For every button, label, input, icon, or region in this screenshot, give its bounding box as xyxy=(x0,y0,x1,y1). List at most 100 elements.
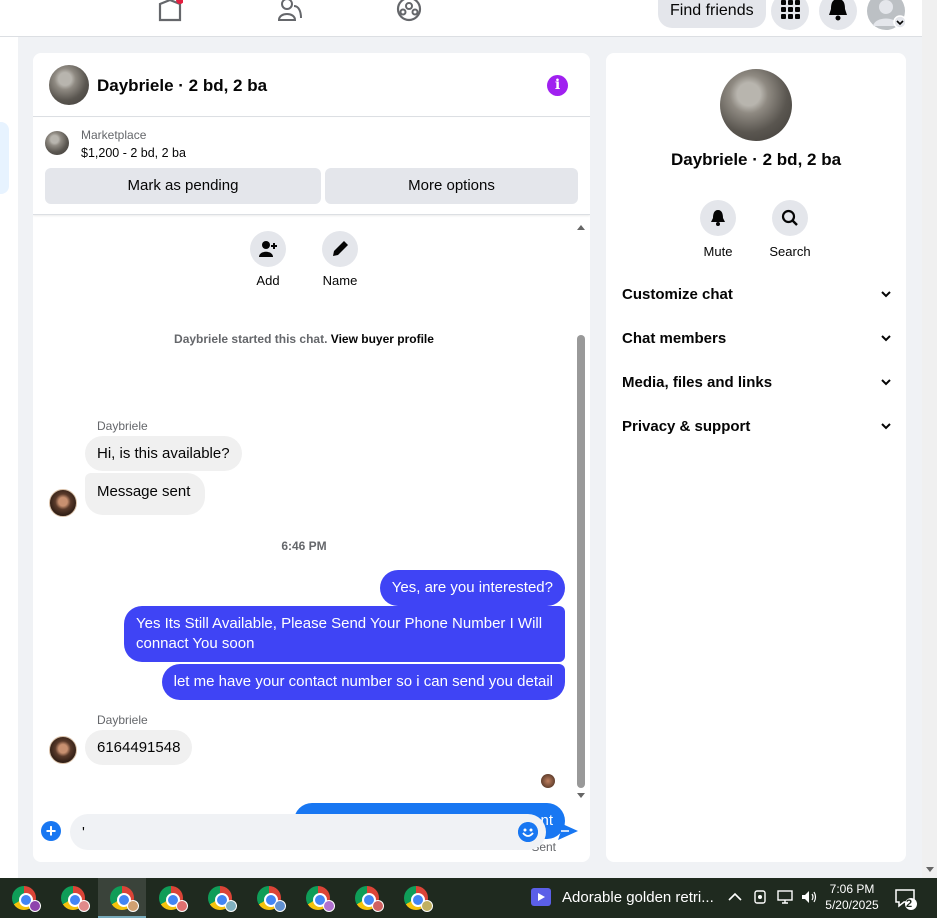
scroll-down-icon[interactable] xyxy=(925,866,935,874)
add-label: Add xyxy=(256,273,280,288)
add-people-action[interactable]: Add xyxy=(238,231,298,288)
profile-badge xyxy=(323,900,335,912)
privacy-support-section[interactable]: Privacy & support xyxy=(622,418,892,435)
taskbar-chrome-app[interactable] xyxy=(147,878,195,918)
profile-badge xyxy=(421,900,433,912)
page-scrollbar[interactable] xyxy=(922,0,937,878)
chat-members-section[interactable]: Chat members xyxy=(622,330,892,347)
info-title: Daybriele · 2 bd, 2 ba xyxy=(670,150,842,169)
plus-icon[interactable]: + xyxy=(41,821,61,841)
seen-indicator-avatar xyxy=(541,774,555,788)
info-icon[interactable]: i xyxy=(547,75,568,96)
media-play-icon xyxy=(531,888,551,906)
mute-label: Mute xyxy=(703,244,733,259)
clock-date: 5/20/2025 xyxy=(825,898,879,912)
volume-icon[interactable] xyxy=(800,889,818,905)
mute-button[interactable]: Mute xyxy=(688,200,748,259)
scroll-down-icon[interactable] xyxy=(576,792,586,800)
media-widget[interactable]: Adorable golden retri... xyxy=(531,888,714,906)
notification-count: 2 xyxy=(906,898,913,910)
view-buyer-profile-link[interactable]: View buyer profile xyxy=(331,332,434,346)
chat-avatar[interactable] xyxy=(49,65,89,105)
contact-avatar[interactable] xyxy=(49,489,77,517)
taskbar-chrome-app-active[interactable] xyxy=(98,878,146,918)
customize-chat-section[interactable]: Customize chat xyxy=(622,286,892,303)
info-avatar[interactable] xyxy=(720,69,792,141)
notifications-button[interactable] xyxy=(819,0,857,30)
taskbar-chrome-app[interactable] xyxy=(343,878,391,918)
media-title: Adorable golden retri... xyxy=(562,888,714,906)
scroll-up-icon[interactable] xyxy=(576,223,586,231)
profile-badge xyxy=(127,900,139,912)
send-icon[interactable] xyxy=(557,821,579,841)
section-label: Privacy & support xyxy=(622,418,751,435)
avatar xyxy=(873,0,907,29)
system-message: Daybriele started this chat. View buyer … xyxy=(33,332,575,346)
chevron-down-icon xyxy=(881,379,891,386)
outgoing-message[interactable]: Yes, are you interested? xyxy=(379,570,565,606)
taskbar-chrome-app[interactable] xyxy=(245,878,293,918)
chevron-down-icon xyxy=(881,423,891,430)
chat-title[interactable]: Daybriele · 2 bd, 2 ba xyxy=(97,76,267,96)
friends-icon[interactable] xyxy=(277,0,303,22)
taskbar-chrome-app[interactable] xyxy=(294,878,342,918)
more-options-button[interactable]: More options xyxy=(325,168,578,204)
sidebar-selected-item[interactable] xyxy=(0,122,9,194)
menu-button[interactable] xyxy=(771,0,809,30)
outgoing-message[interactable]: Yes Its Still Available, Please Send You… xyxy=(124,606,565,662)
groups-icon[interactable] xyxy=(396,0,422,22)
clock-time: 7:06 PM xyxy=(829,882,875,896)
section-label: Customize chat xyxy=(622,286,733,303)
message-timestamp: 6:46 PM xyxy=(281,539,327,553)
search-icon xyxy=(781,209,798,226)
profile-badge xyxy=(176,900,188,912)
profile-badge xyxy=(29,900,41,912)
listing-price[interactable]: $1,200 - 2 bd, 2 ba xyxy=(81,146,186,160)
incoming-message[interactable]: Hi, is this available? xyxy=(85,436,242,471)
emoji-icon[interactable] xyxy=(518,822,538,842)
section-label: Media, files and links xyxy=(622,374,773,391)
outgoing-message[interactable]: let me have your contact number so i can… xyxy=(161,664,565,700)
mark-pending-button[interactable]: Mark as pending xyxy=(45,168,321,204)
message-input[interactable] xyxy=(70,814,546,850)
profile-badge xyxy=(225,900,237,912)
taskbar: Adorable golden retri... 7:06 PM 5/20/20… xyxy=(0,878,937,918)
taskbar-chrome-app[interactable] xyxy=(49,878,97,918)
search-label: Search xyxy=(769,244,811,259)
system-clock[interactable]: 7:06 PM 5/20/2025 xyxy=(822,881,882,913)
pencil-icon xyxy=(333,241,348,256)
top-navigation: Find friends xyxy=(0,0,922,37)
sender-name: Daybriele xyxy=(97,419,148,433)
find-friends-button[interactable]: Find friends xyxy=(658,0,766,28)
name-action[interactable]: Name xyxy=(310,231,370,288)
marketplace-label: Marketplace xyxy=(81,128,147,142)
taskbar-chrome-app[interactable] xyxy=(196,878,244,918)
taskbar-chrome-app[interactable] xyxy=(392,878,440,918)
message-composer: + xyxy=(33,810,590,862)
left-sidebar xyxy=(0,37,18,878)
incoming-message[interactable]: Message sent xyxy=(85,473,205,515)
system-message-text: Daybriele started this chat. xyxy=(174,332,328,346)
search-button[interactable]: Search xyxy=(760,200,820,259)
profile-badge xyxy=(274,900,286,912)
contact-avatar[interactable] xyxy=(49,736,77,764)
taskbar-chrome-app[interactable] xyxy=(0,878,48,918)
section-label: Chat members xyxy=(622,330,727,347)
message-scrollbar[interactable] xyxy=(575,220,585,800)
incoming-message[interactable]: 6164491548 xyxy=(85,730,193,765)
chevron-down-icon xyxy=(881,335,891,342)
scroll-thumb[interactable] xyxy=(577,335,585,788)
profile-badge xyxy=(372,900,384,912)
chevron-down-icon xyxy=(881,291,891,298)
home-icon[interactable] xyxy=(157,0,183,22)
media-files-links-section[interactable]: Media, files and links xyxy=(622,374,892,391)
account-button[interactable] xyxy=(867,0,907,30)
meet-icon[interactable] xyxy=(753,889,767,905)
listing-thumbnail[interactable] xyxy=(45,131,69,155)
chevron-up-icon[interactable] xyxy=(728,891,742,903)
bell-icon xyxy=(711,210,725,226)
chat-header: Daybriele · 2 bd, 2 ba i xyxy=(33,53,590,117)
chat-panel: Daybriele · 2 bd, 2 ba i Marketplace $1,… xyxy=(33,53,590,862)
network-icon[interactable] xyxy=(776,889,794,905)
bell-icon xyxy=(829,0,847,21)
